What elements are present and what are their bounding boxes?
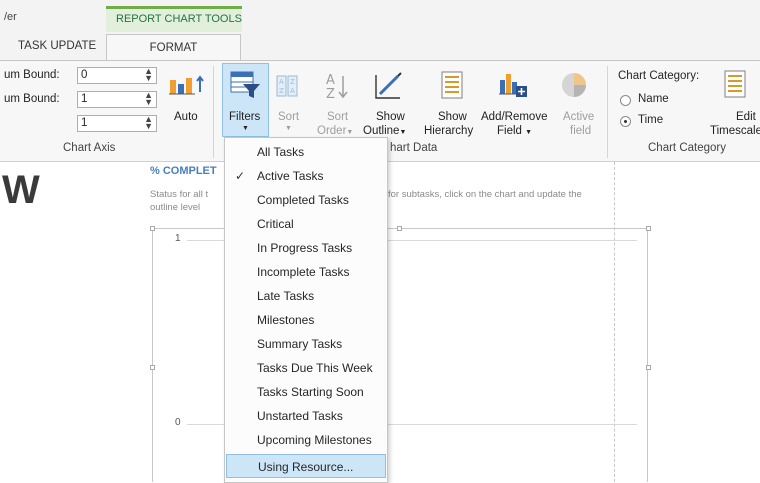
menu-item-completed-tasks[interactable]: Completed Tasks xyxy=(225,188,387,212)
menu-item-milestones[interactable]: Milestones xyxy=(225,308,387,332)
edit-timescale-label-2[interactable]: Timescale xyxy=(710,124,760,138)
menu-item-using-resource[interactable]: Using Resource... xyxy=(226,454,386,478)
chart-subtitle-line-2: outline level xyxy=(150,202,201,213)
svg-text:A: A xyxy=(326,73,335,88)
chart-title[interactable]: % COMPLET xyxy=(150,165,217,177)
checkmark-icon: ✓ xyxy=(235,169,246,183)
svg-text:A: A xyxy=(279,78,284,86)
resize-handle[interactable] xyxy=(150,226,155,231)
minimum-bound-input[interactable]: 0 ▲ ▼ xyxy=(77,67,157,84)
filters-dropdown-caret[interactable]: ▼ xyxy=(242,125,249,132)
menu-item-tasks-starting-soon[interactable]: Tasks Starting Soon xyxy=(225,380,387,404)
chart-axis-group-label: Chart Axis xyxy=(63,142,116,154)
tab-fragment[interactable]: /er xyxy=(4,11,17,23)
menu-item-incomplete-tasks[interactable]: Incomplete Tasks xyxy=(225,260,387,284)
filters-label[interactable]: Filters xyxy=(229,110,260,124)
axis-tick-label: 1 xyxy=(175,233,181,244)
sort-icon: A Z Z A xyxy=(276,74,300,101)
chart-subtitle-right: for subtasks, click on the chart and upd… xyxy=(388,189,582,200)
svg-text:Z: Z xyxy=(326,87,335,100)
report-chart-tools-header: REPORT CHART TOOLS xyxy=(106,6,242,32)
menu-item-tasks-due-this-week[interactable]: Tasks Due This Week xyxy=(225,356,387,380)
chart-category-title: Chart Category: xyxy=(618,70,700,82)
svg-text:Z: Z xyxy=(279,87,284,95)
show-outline-icon xyxy=(374,71,404,104)
svg-text:Z: Z xyxy=(290,78,295,86)
chart-data-group-label: hart Data xyxy=(390,142,438,154)
axis-tick-label: 0 xyxy=(175,417,181,428)
tab-format[interactable]: FORMAT xyxy=(106,34,241,61)
resize-handle[interactable] xyxy=(150,365,155,370)
menu-item-critical[interactable]: Critical xyxy=(225,212,387,236)
radio-time[interactable] xyxy=(620,116,631,127)
auto-axis-icon[interactable] xyxy=(168,72,208,101)
menu-item-late-tasks[interactable]: Late Tasks xyxy=(225,284,387,308)
edit-timescale-icon xyxy=(724,70,746,101)
report-title-fragment: W xyxy=(2,168,40,212)
active-field-label[interactable]: Active xyxy=(563,110,594,124)
group-divider xyxy=(213,66,214,158)
radio-time-label[interactable]: Time xyxy=(638,114,663,126)
svg-text:A: A xyxy=(290,87,295,95)
show-hierarchy-label[interactable]: Show xyxy=(438,110,467,124)
resize-handle[interactable] xyxy=(646,226,651,231)
menu-item-unstarted-tasks[interactable]: Unstarted Tasks xyxy=(225,404,387,428)
filter-icon xyxy=(228,70,262,103)
context-header-label: REPORT CHART TOOLS xyxy=(116,13,242,25)
show-outline-label[interactable]: Show xyxy=(376,110,405,124)
sort-order-label[interactable]: Sort xyxy=(327,110,348,124)
menu-item-active-tasks[interactable]: ✓ Active Tasks xyxy=(225,164,387,188)
sort-caret[interactable]: ▼ xyxy=(285,125,292,132)
menu-item-in-progress-tasks[interactable]: In Progress Tasks xyxy=(225,236,387,260)
chart-subtitle-line-1: Status for all t xyxy=(150,189,209,200)
radio-name[interactable] xyxy=(620,95,631,106)
filters-menu: All Tasks ✓ Active Tasks Completed Tasks … xyxy=(224,137,388,483)
interval-input[interactable]: 1 ▲ ▼ xyxy=(77,115,157,132)
edit-timescale-label[interactable]: Edit xyxy=(736,110,756,124)
add-remove-field-label-2[interactable]: Field ▼ xyxy=(497,124,532,140)
maximum-bound-input[interactable]: 1 ▲ ▼ xyxy=(77,91,157,108)
active-field-icon xyxy=(559,70,589,103)
resize-handle[interactable] xyxy=(397,226,402,231)
menu-item-upcoming-milestones[interactable]: Upcoming Milestones xyxy=(225,428,387,452)
group-divider xyxy=(607,66,608,158)
show-hierarchy-label-2[interactable]: Hierarchy xyxy=(424,124,473,138)
sort-order-icon: A Z xyxy=(325,72,349,103)
radio-name-label[interactable]: Name xyxy=(638,93,669,105)
auto-button-label[interactable]: Auto xyxy=(174,110,198,124)
maximum-bound-label: um Bound: xyxy=(4,93,60,105)
sort-label[interactable]: Sort xyxy=(278,110,299,124)
menu-item-all-tasks[interactable]: All Tasks xyxy=(225,140,387,164)
menu-item-summary-tasks[interactable]: Summary Tasks xyxy=(225,332,387,356)
add-remove-field-label[interactable]: Add/Remove xyxy=(481,110,547,124)
chart-category-group-label: Chart Category xyxy=(648,142,726,154)
show-hierarchy-icon xyxy=(440,70,464,103)
add-remove-field-icon xyxy=(498,70,530,103)
active-field-label-2[interactable]: field xyxy=(570,124,591,138)
resize-handle[interactable] xyxy=(646,365,651,370)
minimum-bound-label: um Bound: xyxy=(4,69,60,81)
